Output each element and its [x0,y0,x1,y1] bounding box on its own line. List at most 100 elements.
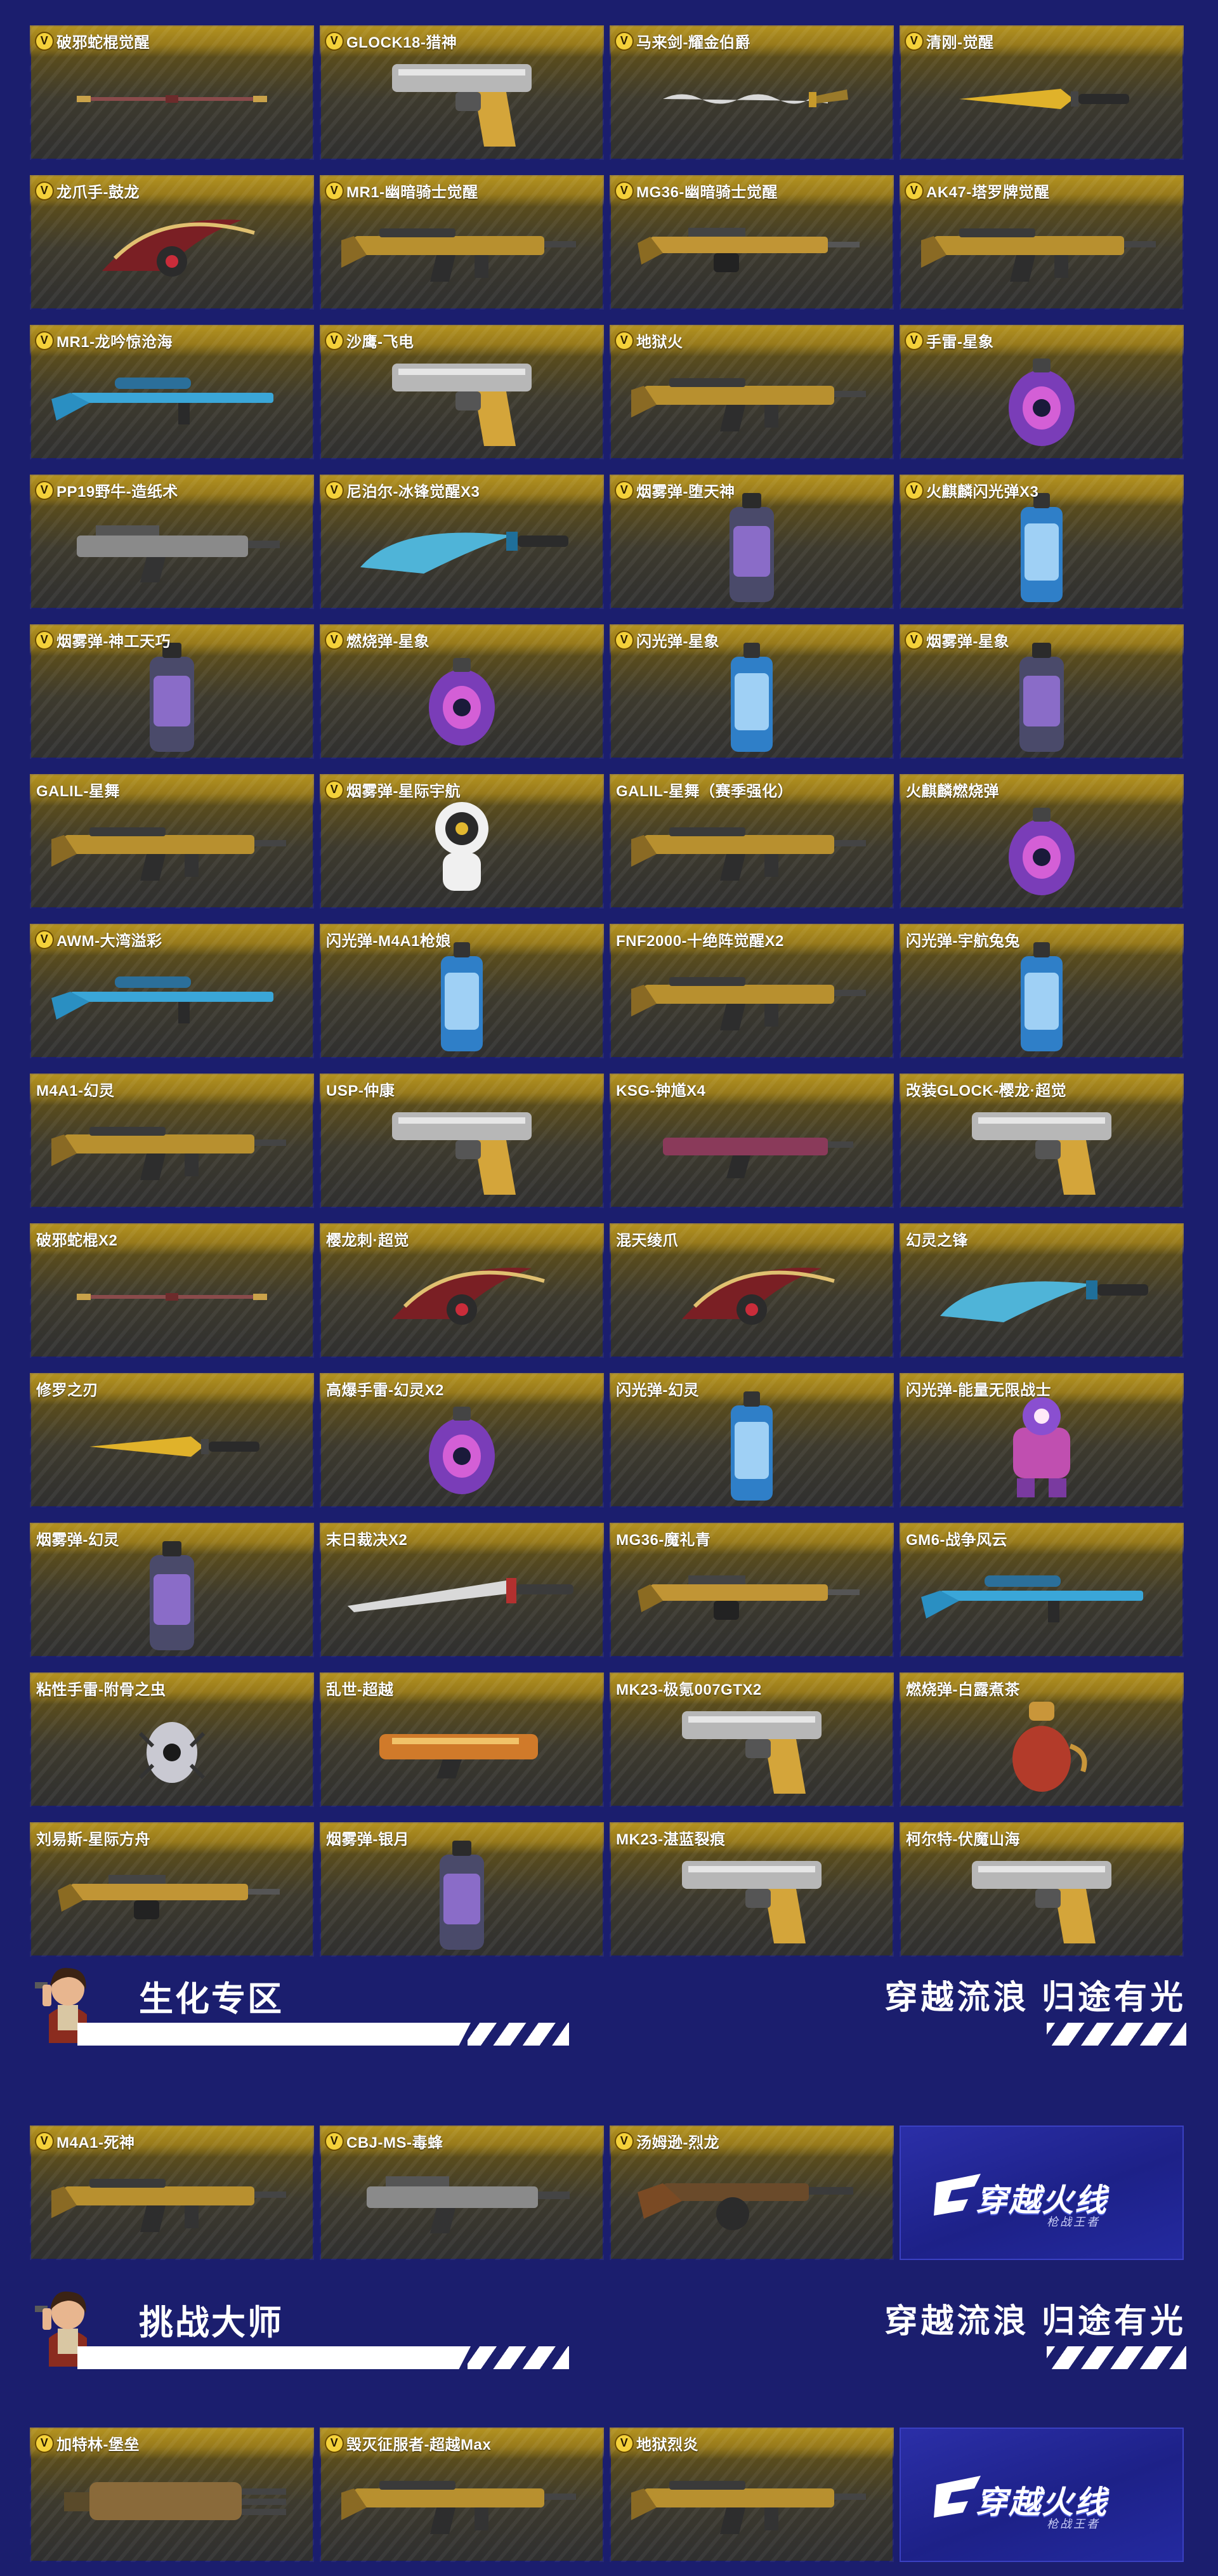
item-card[interactable]: 乱世-超越 [320,1672,604,1807]
item-card[interactable]: GALIL-星舞（赛季强化） [610,774,894,909]
item-card[interactable]: 幻灵之锋 [900,1223,1184,1358]
item-card[interactable]: V 清刚-觉醒 [900,25,1184,160]
item-name: 火麒麟闪光弹X3 [926,483,1039,501]
item-card[interactable]: V CBJ-MS-毒蜂 [320,2126,604,2260]
item-card[interactable]: 闪光弹-能量无限战士 [900,1373,1184,1508]
vip-badge-icon: V [906,182,922,199]
item-card[interactable]: V GLOCK18-猎神 [320,25,604,160]
item-card[interactable]: V 汤姆逊-烈龙 [610,2126,894,2260]
item-card[interactable]: V 烟雾弹-神工天巧 [30,624,314,759]
item-name: 烟雾弹-堕天神 [636,483,735,501]
item-card[interactable]: 修罗之刃 [30,1373,314,1508]
item-card[interactable]: 混天绫爪 [610,1223,894,1358]
stripe-divider [77,2346,471,2369]
knife-icon [946,80,1137,118]
item-card[interactable]: GALIL-星舞 [30,774,314,909]
item-card[interactable]: GM6-战争风云 [900,1523,1184,1657]
vip-badge-icon: V [326,631,343,648]
item-card[interactable]: USP-仲康 [320,1074,604,1208]
item-title: 修罗之刃 [36,1377,98,1400]
item-card[interactable]: V MG36-幽暗骑士觉醒 [610,175,894,310]
item-card[interactable]: 末日裁决X2 [320,1523,604,1657]
item-card[interactable]: V 火麒麟闪光弹X3 [900,475,1184,609]
item-card[interactable]: KSG-钟馗X4 [610,1074,894,1208]
item-name: 烟雾弹-星象 [926,633,1009,650]
smoke-grenade-icon [427,1836,497,1956]
item-name: MR1-龙吟惊沧海 [56,334,173,351]
item-card[interactable]: MK23-湛蓝裂痕 [610,1822,894,1957]
item-card[interactable]: M4A1-幻灵 [30,1074,314,1208]
item-card[interactable]: V MR1-龙吟惊沧海 [30,325,314,459]
item-title: V 加特林-堡垒 [36,2432,140,2454]
item-card[interactable]: MG36-魔礼青 [610,1523,894,1657]
item-title: V 手雷-星象 [906,329,994,352]
item-card[interactable]: 闪光弹-宇航兔兔 [900,924,1184,1058]
item-card[interactable]: 烟雾弹-银月 [320,1822,604,1957]
smoke-grenade-icon [717,488,787,608]
item-name: 沙鹰-飞电 [346,334,414,351]
stripe-divider [77,2023,471,2046]
item-name: 马来剑-耀金伯爵 [636,34,750,51]
vip-badge-icon: V [906,631,922,648]
item-card[interactable]: 粘性手雷-附骨之虫 [30,1672,314,1807]
pistol-icon [379,345,544,452]
item-card[interactable]: V 地狱火 [610,325,894,459]
item-card[interactable]: 闪光弹-M4A1枪娘 [320,924,604,1058]
item-card[interactable]: V 加特林-堡垒 [30,2428,314,2562]
item-name: GALIL-星舞 [36,783,120,800]
item-card[interactable]: V M4A1-死神 [30,2126,314,2260]
item-title: V 燃烧弹-星象 [326,629,429,651]
item-card[interactable]: V 烟雾弹-星际宇航 [320,774,604,909]
item-name: 修罗之刃 [36,1382,98,1399]
item-card[interactable]: V MR1-幽暗骑士觉醒 [320,175,604,310]
item-card[interactable]: 刘易斯-星际方舟 [30,1822,314,1957]
item-card[interactable]: 改装GLOCK-樱龙·超觉 [900,1074,1184,1208]
item-card[interactable]: V 烟雾弹-堕天神 [610,475,894,609]
rifle-icon [631,360,872,437]
item-title: MG36-魔礼青 [616,1527,710,1549]
item-card[interactable]: V 燃烧弹-星象 [320,624,604,759]
item-title: MK23-极氪007GTX2 [616,1677,762,1699]
item-card[interactable]: 破邪蛇棍X2 [30,1223,314,1358]
item-card[interactable]: V 闪光弹-星象 [610,624,894,759]
item-card[interactable]: 闪光弹-幻灵 [610,1373,894,1508]
vip-badge-icon: V [616,482,632,499]
item-card[interactable]: V 马来剑-耀金伯爵 [610,25,894,160]
item-name: KSG-钟馗X4 [616,1082,706,1100]
item-title: V AWM-大湾溢彩 [36,928,162,950]
item-card[interactable]: MK23-极氪007GTX2 [610,1672,894,1807]
flash-grenade-icon [1007,937,1077,1058]
teapot-icon [994,1689,1089,1803]
item-title: 闪光弹-幻灵 [616,1377,699,1400]
item-card[interactable]: 柯尔特-伏魔山海 [900,1822,1184,1957]
item-card[interactable]: FNF2000-十绝阵觉醒X2 [610,924,894,1058]
item-card[interactable]: V AK47-塔罗牌觉醒 [900,175,1184,310]
item-card[interactable]: V PP19野牛-造纸术 [30,475,314,609]
vip-badge-icon: V [616,631,632,648]
item-card[interactable]: V 烟雾弹-星象 [900,624,1184,759]
item-card[interactable]: V 破邪蛇棍觉醒 [30,25,314,160]
item-card[interactable]: V 沙鹰-飞电 [320,325,604,459]
item-card[interactable]: 高爆手雷-幻灵X2 [320,1373,604,1508]
item-title: V 龙爪手-鼓龙 [36,180,140,202]
item-card[interactable]: 樱龙刺·超觉 [320,1223,604,1358]
item-title: V 毁灭征服者-超越Max [326,2432,491,2454]
item-card[interactable]: 燃烧弹-白露煮茶 [900,1672,1184,1807]
item-card[interactable]: 烟雾弹-幻灵 [30,1523,314,1657]
staff-icon [70,1284,273,1310]
item-card[interactable]: 火麒麟燃烧弹 [900,774,1184,909]
item-title: FNF2000-十绝阵觉醒X2 [616,928,784,950]
vip-badge-icon: V [36,32,53,49]
item-title: 粘性手雷-附骨之虫 [36,1677,166,1699]
item-card[interactable]: V 龙爪手-鼓龙 [30,175,314,310]
item-card[interactable]: V 尼泊尔-冰锋觉醒X3 [320,475,604,609]
smg-icon [348,2161,576,2237]
item-card[interactable]: V 地狱烈炎 [610,2428,894,2562]
pistol-icon [379,1093,544,1201]
item-card[interactable]: V AWM-大湾溢彩 [30,924,314,1058]
stripe-divider [468,2023,569,2046]
rifle-icon [921,211,1162,287]
item-title: V 清刚-觉醒 [906,30,994,52]
item-card[interactable]: V 手雷-星象 [900,325,1184,459]
item-card[interactable]: V 毁灭征服者-超越Max [320,2428,604,2562]
